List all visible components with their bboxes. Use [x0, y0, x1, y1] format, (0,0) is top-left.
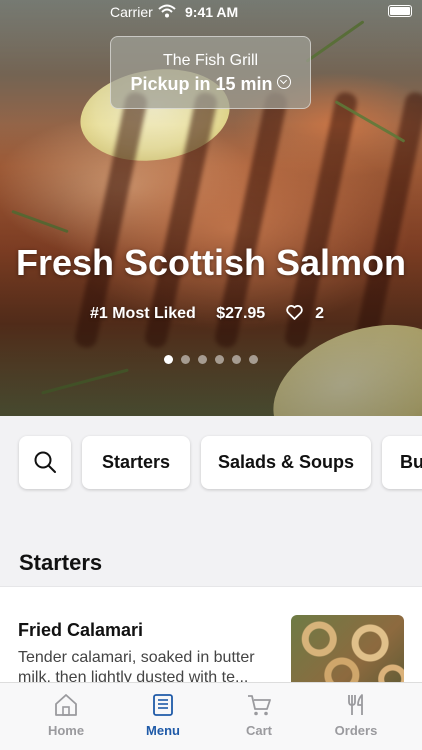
- category-chip-salads-soups[interactable]: Salads & Soups: [201, 436, 371, 489]
- clock: 9:41 AM: [185, 4, 239, 20]
- menu-item-name: Fried Calamari: [18, 620, 144, 640]
- carousel-dot[interactable]: [232, 355, 241, 364]
- carousel-dot[interactable]: [181, 355, 190, 364]
- menu-item[interactable]: Fried Calamari Tender calamari, soaked i…: [0, 586, 422, 695]
- likes[interactable]: 2: [285, 305, 332, 322]
- tab-menu[interactable]: Menu: [113, 693, 213, 738]
- featured-dish-meta: #1 Most Liked $27.95 2: [0, 305, 422, 323]
- carousel-indicator[interactable]: [0, 351, 422, 369]
- tab-bar: Home Menu Cart Orders: [0, 682, 422, 750]
- category-strip[interactable]: Starters Salads & Soups Bu: [0, 416, 422, 534]
- restaurant-name: The Fish Grill: [162, 52, 259, 69]
- pickup-time: Pickup in 15 min: [111, 74, 310, 95]
- rank-label: #1 Most Liked: [89, 305, 196, 322]
- carrier-label: Carrier: [110, 4, 153, 20]
- search-button[interactable]: [19, 436, 71, 489]
- pickup-selector[interactable]: The Fish Grill Pickup in 15 min: [110, 36, 311, 109]
- carousel-dot[interactable]: [249, 355, 258, 364]
- carousel-dot[interactable]: [198, 355, 207, 364]
- tab-orders[interactable]: Orders: [306, 693, 406, 738]
- cart-icon: [248, 695, 271, 716]
- tab-label: Menu: [146, 723, 180, 738]
- heart-icon: [285, 305, 303, 320]
- chevron-down-icon: [276, 75, 291, 89]
- carousel-dot[interactable]: [215, 355, 224, 364]
- tab-label: Cart: [245, 723, 272, 738]
- price-label: $27.95: [216, 305, 266, 322]
- tab-label: Orders: [334, 723, 378, 738]
- home-icon: [55, 694, 77, 716]
- tab-cart[interactable]: Cart: [209, 693, 309, 738]
- category-chip-partial[interactable]: Bu: [382, 436, 422, 489]
- battery-icon: [388, 5, 412, 17]
- menu-icon: [153, 694, 173, 716]
- featured-dish-title: Fresh Scottish Salmon: [15, 242, 407, 283]
- status-bar: Carrier 9:41 AM: [0, 0, 422, 24]
- likes-count: 2: [315, 305, 324, 322]
- search-icon: [34, 451, 56, 473]
- section-title: Starters: [19, 550, 103, 575]
- carousel-dot[interactable]: [164, 355, 173, 364]
- tab-label: Home: [47, 723, 85, 738]
- fork-knife-icon: [348, 694, 363, 715]
- tab-home[interactable]: Home: [16, 693, 116, 738]
- wifi-icon: [158, 4, 176, 18]
- category-chip-starters[interactable]: Starters: [82, 436, 190, 489]
